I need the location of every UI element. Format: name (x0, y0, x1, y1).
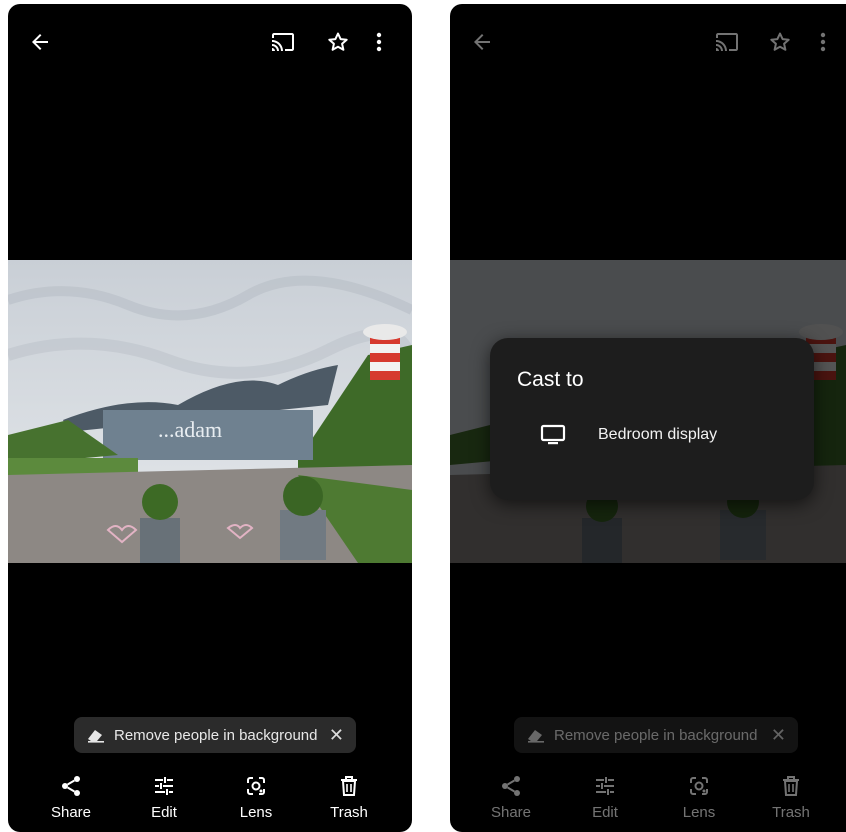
top-app-bar (8, 4, 412, 76)
eraser-icon (528, 730, 544, 743)
building-sign: ...adam (158, 417, 222, 442)
cast-dialog: Cast to Bedroom display (490, 338, 814, 500)
lens-button[interactable]: Lens (221, 774, 291, 821)
share-icon (502, 776, 520, 796)
edit-sliders-icon (155, 777, 173, 795)
cast-device-label: Bedroom display (598, 426, 718, 443)
share-button[interactable]: Share (36, 774, 106, 821)
edit-sliders-icon (596, 777, 614, 795)
edit-label: Edit (592, 804, 618, 821)
lens-label: Lens (239, 804, 273, 821)
close-icon[interactable]: ✕ (329, 725, 344, 746)
cast-icon[interactable] (270, 30, 296, 54)
share-button[interactable]: Share (476, 774, 546, 821)
cast-device-bedroom-display[interactable]: Bedroom display (540, 424, 717, 446)
photo-scene: ...adam (8, 260, 412, 563)
edit-label: Edit (151, 804, 177, 821)
bottom-action-bar: Share Edit Lens Trash (450, 774, 846, 832)
edit-button[interactable]: Edit (570, 774, 640, 821)
eraser-icon (88, 730, 104, 743)
cast-dialog-title: Cast to (517, 368, 584, 391)
suggestion-chip[interactable]: Remove people in background ✕ (74, 717, 356, 753)
more-vert-icon[interactable] (374, 30, 384, 54)
share-icon (62, 776, 80, 796)
trash-label: Trash (330, 804, 368, 821)
tv-icon (540, 424, 566, 445)
lens-icon (690, 777, 708, 795)
lens-button[interactable]: Lens (664, 774, 734, 821)
edit-button[interactable]: Edit (129, 774, 199, 821)
photo-viewer-screen-cast: Remove people in background ✕ Share Edit… (450, 4, 846, 832)
more-vert-icon[interactable] (818, 30, 828, 54)
suggestion-chip-label: Remove people in background (554, 726, 758, 744)
share-label: Share (490, 804, 532, 821)
cast-icon[interactable] (714, 30, 740, 54)
trash-icon (783, 776, 799, 796)
lens-icon (247, 777, 265, 795)
top-app-bar (450, 4, 846, 76)
trash-icon (341, 776, 357, 796)
lens-label: Lens (682, 804, 716, 821)
photo-viewer-screen: ...adam Remove people in background ✕ Sh… (8, 4, 412, 832)
star-icon[interactable] (326, 30, 350, 54)
photo[interactable]: ...adam (8, 260, 412, 563)
bottom-action-bar: Share Edit Lens Trash (8, 774, 412, 832)
suggestion-chip-label: Remove people in background (114, 726, 318, 744)
back-arrow-icon[interactable] (470, 30, 494, 54)
close-icon[interactable]: ✕ (771, 725, 786, 746)
trash-button[interactable]: Trash (756, 774, 826, 821)
back-arrow-icon[interactable] (28, 30, 52, 54)
suggestion-chip[interactable]: Remove people in background ✕ (514, 717, 798, 753)
share-label: Share (50, 804, 92, 821)
star-icon[interactable] (768, 30, 792, 54)
trash-button[interactable]: Trash (314, 774, 384, 821)
trash-label: Trash (772, 804, 810, 821)
